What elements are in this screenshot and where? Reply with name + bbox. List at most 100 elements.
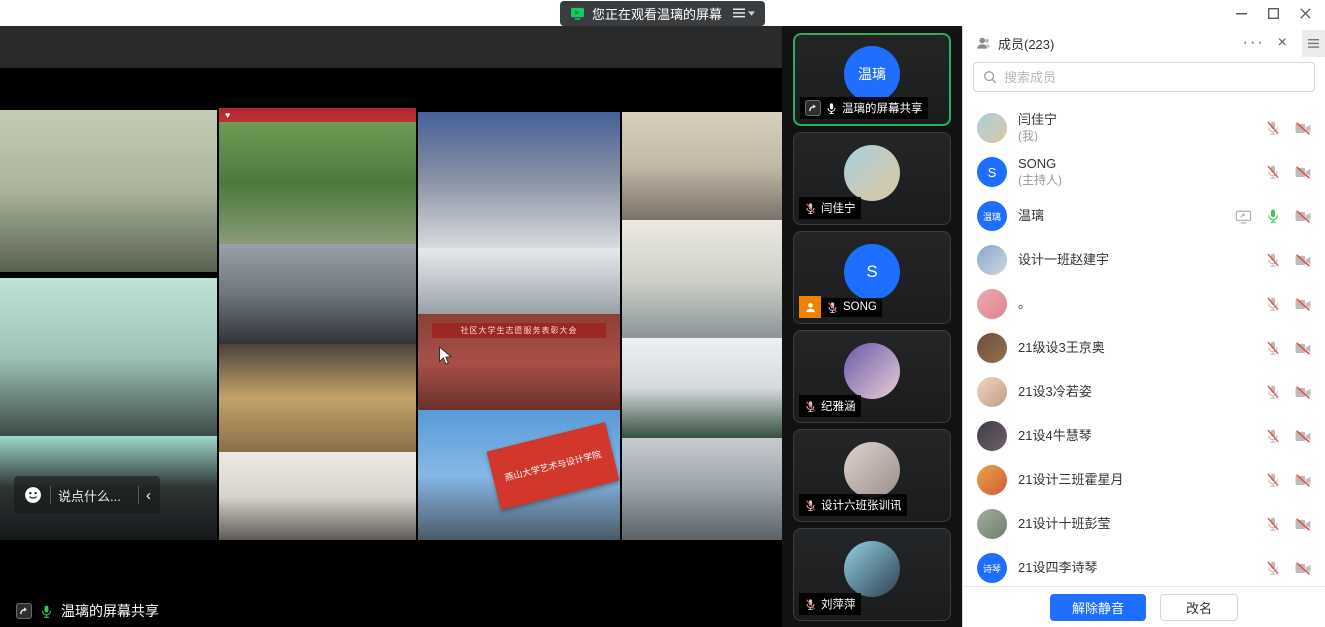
mic-muted-icon[interactable] — [1265, 428, 1281, 444]
mic-on-icon[interactable] — [1265, 208, 1281, 224]
meeting-window: 您正在观看温璃的屏幕 ♥社区大学生志愿服务表彰大会燕山大学艺术与设计学院 说点什… — [0, 0, 1325, 627]
avatar — [977, 465, 1007, 495]
participant-name: SONG — [843, 301, 877, 313]
member-role-label: (主持人) — [1018, 173, 1254, 189]
chat-placeholder[interactable]: 说点什么... — [58, 486, 131, 505]
member-panel-title: 成员(223) — [998, 34, 1236, 53]
search-input[interactable] — [1004, 70, 1305, 85]
video-thumbnail[interactable]: 设计六班张训讯 — [793, 429, 951, 522]
members-icon — [976, 36, 991, 50]
panel-menu-button[interactable] — [1302, 30, 1325, 57]
share-source-text: 温璃的屏幕共享 — [61, 601, 159, 621]
member-row[interactable]: 21设3冷若姿 — [963, 370, 1325, 414]
member-status-icons — [1265, 164, 1312, 180]
camera-off-icon[interactable] — [1294, 561, 1312, 576]
window-controls — [1225, 0, 1321, 26]
unmute-button[interactable]: 解除静音 — [1050, 594, 1146, 621]
camera-off-icon[interactable] — [1294, 121, 1312, 136]
mic-on-icon — [39, 604, 54, 619]
camera-off-icon[interactable] — [1294, 517, 1312, 532]
camera-off-icon[interactable] — [1294, 341, 1312, 356]
member-status-icons — [1265, 560, 1312, 576]
member-name: 21设四李诗琴 — [1018, 560, 1254, 577]
participant-thumbnail-strip: 温璃温璃的屏幕共享闫佳宁SSONG纪雅涵设计六班张训讯刘萍萍 — [782, 26, 962, 627]
member-row[interactable]: 21设4牛慧琴 — [963, 414, 1325, 458]
banner-menu-icon[interactable] — [733, 8, 755, 18]
panel-close-button[interactable]: × — [1278, 35, 1287, 51]
video-thumbnail[interactable]: 纪雅涵 — [793, 330, 951, 423]
avatar — [844, 541, 900, 597]
mic-muted-icon[interactable] — [1265, 560, 1281, 576]
video-thumbnail[interactable]: 刘萍萍 — [793, 528, 951, 621]
participant-name: 刘萍萍 — [821, 596, 856, 612]
member-row[interactable]: 温璃温璃 — [963, 194, 1325, 238]
photo-outdoor-flag-crowd: 燕山大学艺术与设计学院 — [418, 410, 620, 540]
mic-muted-icon[interactable] — [1265, 164, 1281, 180]
mic-muted-icon[interactable] — [1265, 516, 1281, 532]
photo-auditorium-ceiling — [219, 244, 416, 344]
camera-off-icon[interactable] — [1294, 429, 1312, 444]
member-row[interactable]: 。 — [963, 282, 1325, 326]
photo-classroom-blackboard — [622, 220, 782, 338]
mic-muted-icon — [804, 202, 817, 215]
member-row[interactable]: 21设计三班霍星月 — [963, 458, 1325, 502]
mic-muted-icon[interactable] — [1265, 252, 1281, 268]
avatar — [977, 509, 1007, 539]
member-panel-header: 成员(223) ··· × — [963, 26, 1325, 58]
camera-off-icon[interactable] — [1294, 165, 1312, 180]
mic-muted-icon[interactable] — [1265, 340, 1281, 356]
photo-bus-interior — [622, 438, 782, 540]
close-button[interactable] — [1289, 1, 1321, 25]
mic-muted-icon[interactable] — [1265, 296, 1281, 312]
video-thumbnail[interactable]: 温璃温璃的屏幕共享 — [793, 33, 951, 126]
avatar — [977, 245, 1007, 275]
member-row[interactable]: SSONG(主持人) — [963, 150, 1325, 194]
member-row[interactable]: 21级设3王京奥 — [963, 326, 1325, 370]
member-status-icons — [1265, 472, 1312, 488]
member-row[interactable]: 设计一班赵建宇 — [963, 238, 1325, 282]
emoji-icon[interactable] — [23, 485, 43, 505]
participant-name: 温璃的屏幕共享 — [842, 100, 923, 116]
member-row[interactable]: 21设计十班彭莹 — [963, 502, 1325, 546]
minimize-button[interactable] — [1225, 1, 1257, 25]
share-source-label: 温璃的屏幕共享 — [8, 596, 171, 627]
avatar — [977, 333, 1007, 363]
mic-muted-icon[interactable] — [1265, 120, 1281, 136]
camera-off-icon[interactable] — [1294, 297, 1312, 312]
rename-button[interactable]: 改名 — [1160, 594, 1238, 621]
member-row[interactable]: 闫佳宁(我) — [963, 106, 1325, 150]
camera-off-icon[interactable] — [1294, 253, 1312, 268]
maximize-button[interactable] — [1257, 1, 1289, 25]
mic-muted-icon[interactable] — [1265, 472, 1281, 488]
camera-off-icon[interactable] — [1294, 385, 1312, 400]
red-flag-text: 燕山大学艺术与设计学院 — [487, 422, 620, 510]
member-status-icons — [1265, 384, 1312, 400]
member-name: 21级设3王京奥 — [1018, 340, 1254, 357]
member-status-icons — [1265, 252, 1312, 268]
mic-muted-icon[interactable] — [1265, 384, 1281, 400]
camera-off-icon[interactable] — [1294, 209, 1312, 224]
panel-more-button[interactable]: ··· — [1243, 35, 1265, 51]
photo-architecture-model — [622, 338, 782, 438]
camera-off-icon[interactable] — [1294, 473, 1312, 488]
photo-group-black-outdoor — [0, 110, 217, 272]
photo-trees-group-banner — [219, 122, 416, 244]
screen-share-stage: ♥社区大学生志愿服务表彰大会燕山大学艺术与设计学院 说点什么... ‹ 温璃的屏… — [0, 26, 782, 627]
watching-banner[interactable]: 您正在观看温璃的屏幕 — [560, 1, 765, 26]
avatar: S — [844, 244, 900, 300]
video-thumbnail[interactable]: 闫佳宁 — [793, 132, 951, 225]
member-row[interactable]: 诗琴21设四李诗琴 — [963, 546, 1325, 586]
host-badge-icon — [799, 296, 821, 318]
photo-white-hall-crowd — [219, 452, 416, 540]
avatar: 温璃 — [844, 46, 900, 102]
avatar — [844, 343, 900, 399]
photo-men-suits-outdoor — [0, 278, 217, 436]
member-status-icons — [1265, 428, 1312, 444]
avatar — [844, 145, 900, 201]
member-name: 设计一班赵建宇 — [1018, 252, 1254, 269]
collapse-chat-icon[interactable]: ‹ — [146, 488, 151, 503]
member-search[interactable] — [973, 62, 1315, 92]
avatar — [977, 421, 1007, 451]
chat-quick-input[interactable]: 说点什么... ‹ — [14, 476, 160, 514]
video-thumbnail[interactable]: SSONG — [793, 231, 951, 324]
